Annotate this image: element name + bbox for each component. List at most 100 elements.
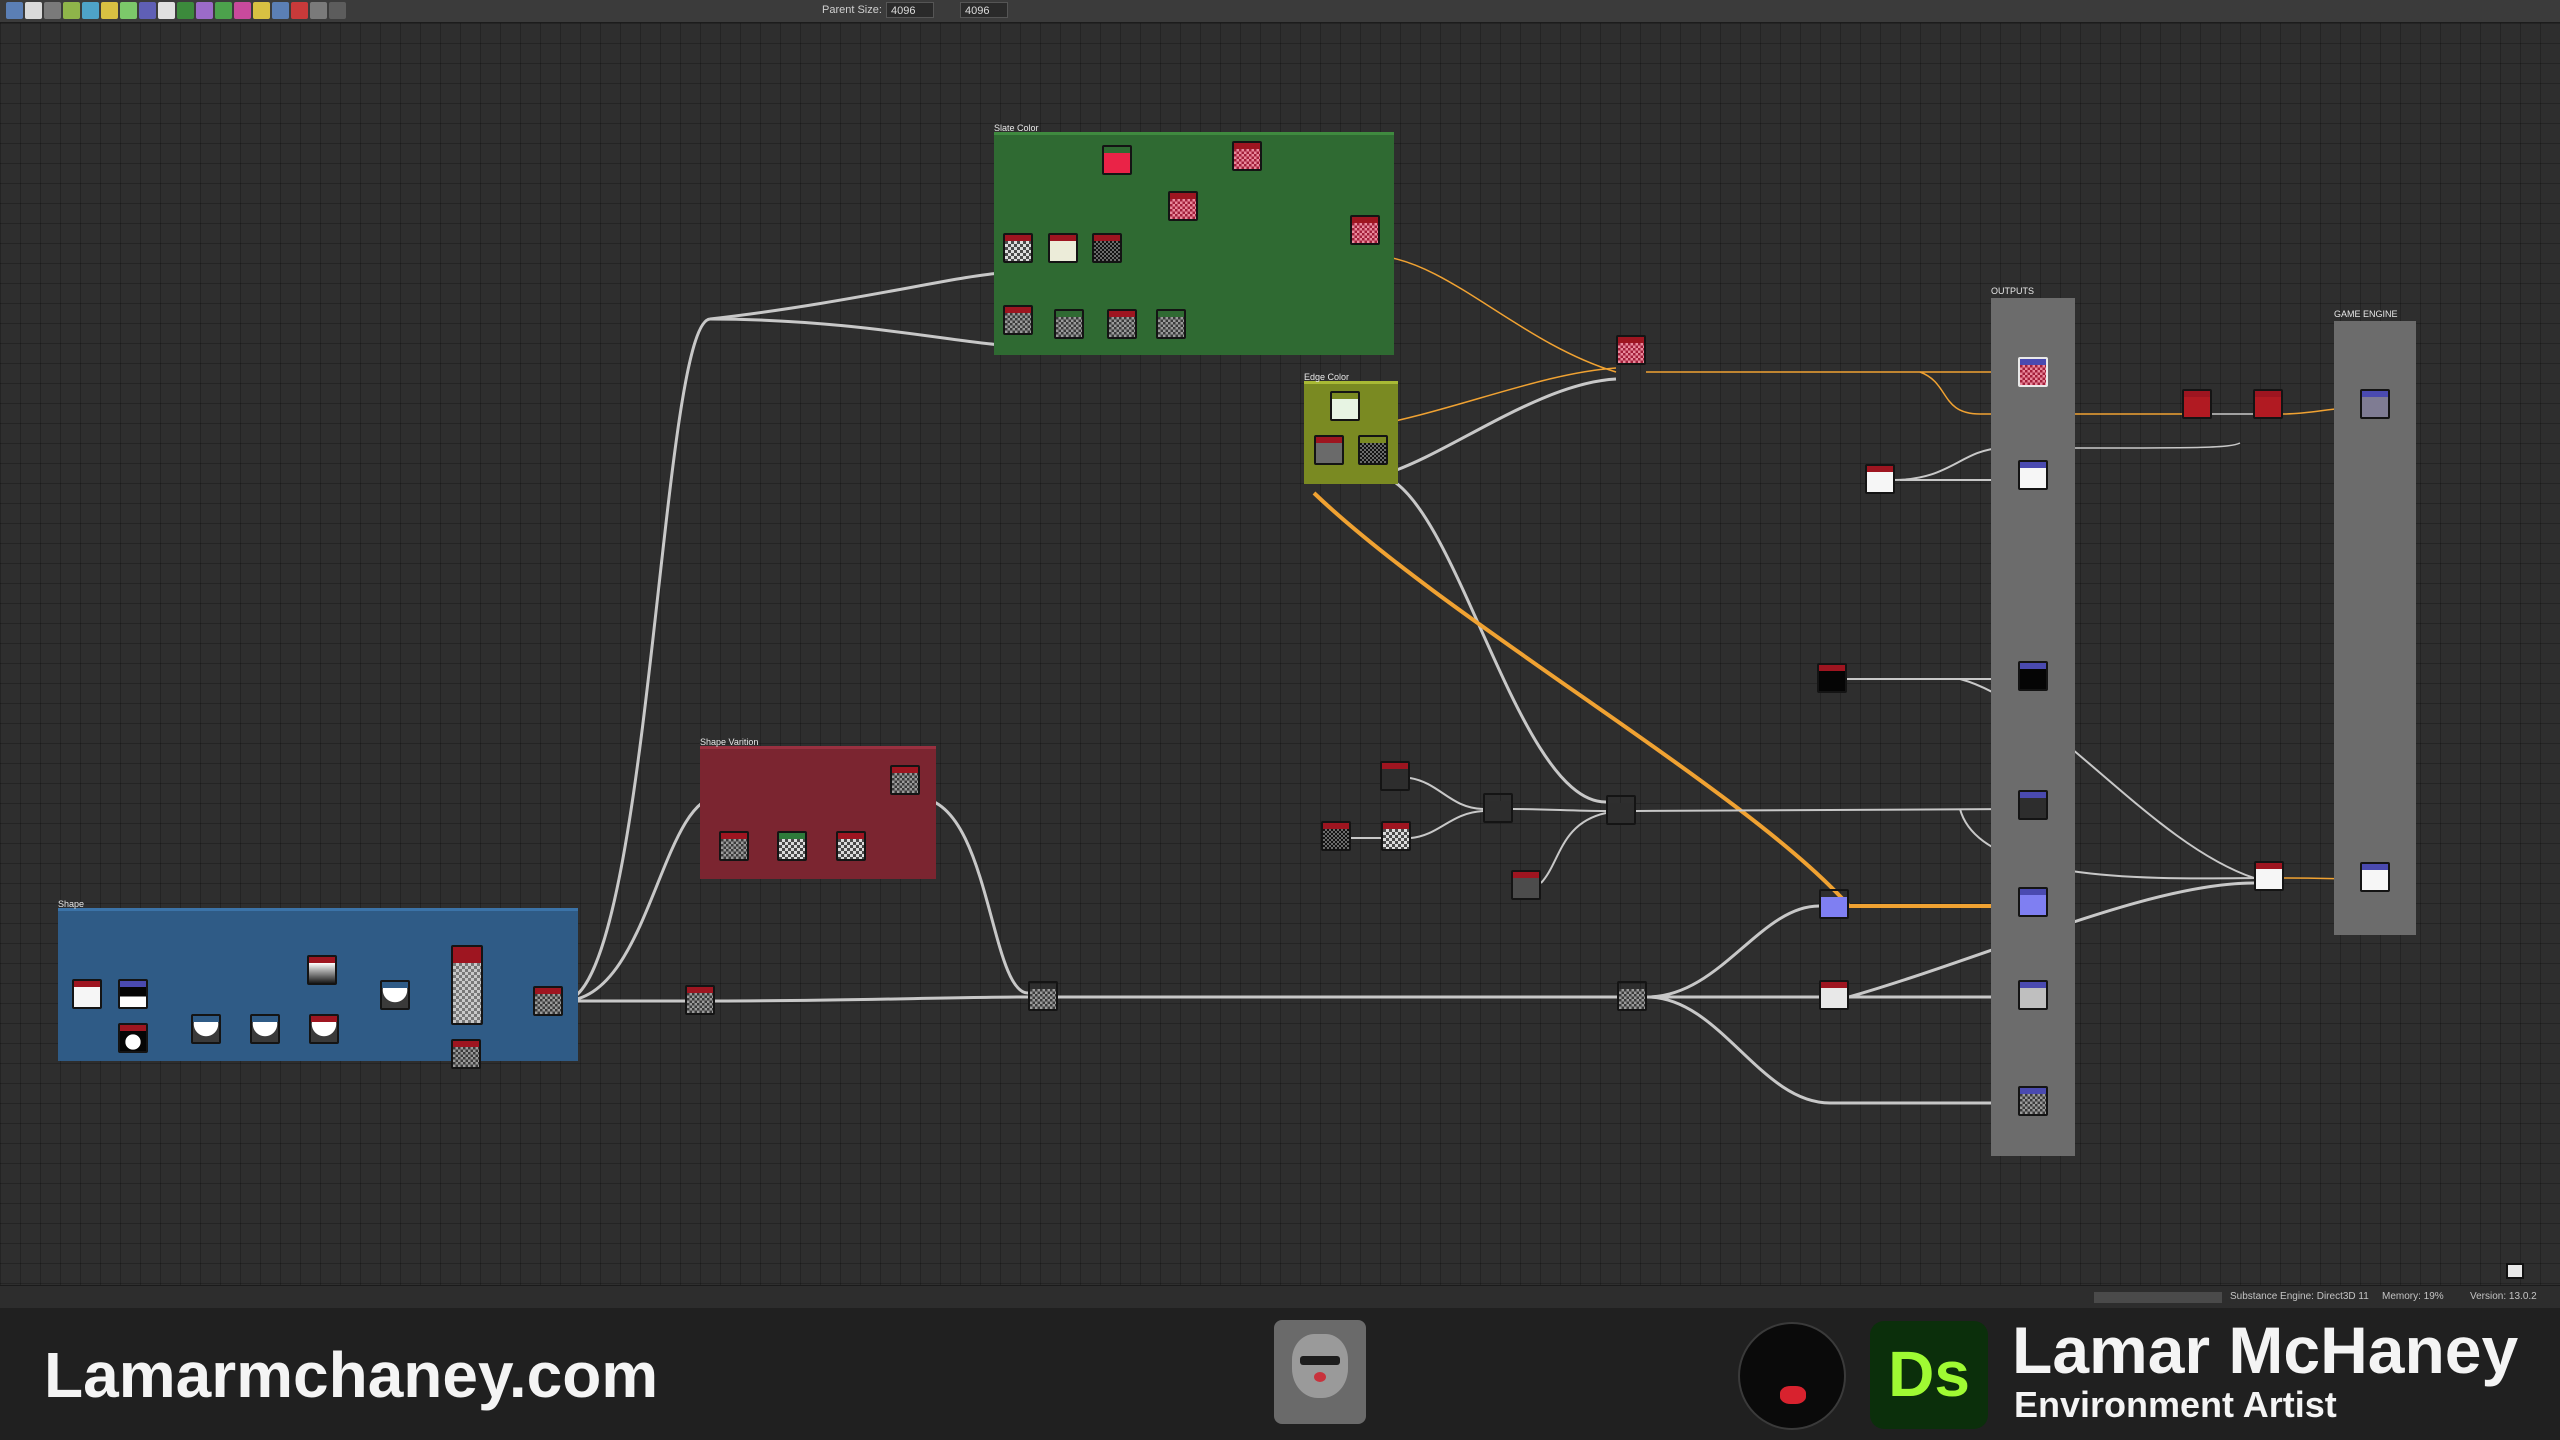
node-graph-canvas[interactable]: Slate Color Edge Color Shape Varition Sh… bbox=[0, 23, 2560, 1285]
toolbar-icon-pin[interactable] bbox=[291, 2, 308, 19]
output-packed-basecolor[interactable] bbox=[2360, 389, 2390, 419]
node-uniform[interactable] bbox=[1048, 233, 1078, 263]
frame-outputs[interactable]: OUTPUTS bbox=[1991, 286, 2075, 1156]
avatar-portrait bbox=[1274, 1320, 1366, 1424]
toolbar-icon-grid[interactable] bbox=[329, 2, 346, 19]
wire bbox=[562, 317, 711, 1003]
node-metallic[interactable] bbox=[1511, 870, 1541, 900]
node-noise[interactable] bbox=[1054, 309, 1084, 339]
node-blend[interactable] bbox=[1168, 191, 1198, 221]
node-uniform-white[interactable] bbox=[1865, 464, 1895, 494]
wire bbox=[1379, 255, 1617, 373]
node-ao[interactable] bbox=[1819, 980, 1849, 1010]
toolbar-icon-text[interactable] bbox=[253, 2, 270, 19]
output-normal[interactable] bbox=[2018, 887, 2048, 917]
wire bbox=[1387, 377, 1617, 475]
memory-status: Memory: 19% bbox=[2382, 1291, 2444, 1302]
toolbar-icon-uniform[interactable] bbox=[25, 2, 42, 19]
node-tile-sampler[interactable] bbox=[451, 945, 483, 1025]
frame-title: Edge Color bbox=[1304, 372, 1350, 382]
toolbar-icon-levels[interactable] bbox=[44, 2, 61, 19]
wire bbox=[1512, 808, 1607, 812]
toolbar-icon-transform[interactable] bbox=[177, 2, 194, 19]
node-rgba-merge[interactable] bbox=[2254, 861, 2284, 891]
node-noise[interactable] bbox=[1003, 233, 1033, 263]
node-noise[interactable] bbox=[451, 1039, 481, 1069]
node-uniform-black[interactable] bbox=[1817, 663, 1847, 693]
wire bbox=[562, 794, 721, 1003]
node-rgba-merge[interactable] bbox=[2253, 389, 2283, 419]
toolbar-icon-warp[interactable] bbox=[196, 2, 213, 19]
output-basecolor[interactable] bbox=[2018, 357, 2048, 387]
node-gradient[interactable] bbox=[307, 955, 337, 985]
node-blend[interactable] bbox=[380, 980, 410, 1010]
toolbar-icon-blend[interactable] bbox=[63, 2, 80, 19]
frame-title: GAME ENGINE bbox=[2334, 309, 2398, 319]
node-edge-detect[interactable] bbox=[1358, 435, 1388, 465]
toolbar-icon-curve[interactable] bbox=[101, 2, 118, 19]
wire bbox=[2074, 442, 2241, 449]
wire bbox=[1410, 810, 1484, 839]
node-noise[interactable] bbox=[1003, 305, 1033, 335]
node-roughness-blend[interactable] bbox=[1606, 795, 1636, 825]
wire bbox=[714, 995, 1029, 1003]
parent-size-label: Parent Size: bbox=[822, 4, 882, 16]
output-height[interactable] bbox=[2018, 980, 2048, 1010]
toolbar-icon-gradient[interactable] bbox=[120, 2, 137, 19]
node-shape[interactable] bbox=[118, 1023, 148, 1053]
output-size-dropdown[interactable]: 4096 bbox=[960, 2, 1008, 18]
output-metallic[interactable] bbox=[2018, 661, 2048, 691]
toolbar-icon-blur[interactable] bbox=[82, 2, 99, 19]
node-shape[interactable] bbox=[72, 979, 102, 1009]
node-blend-merge[interactable] bbox=[1616, 335, 1646, 365]
toolbar-icon-normal[interactable] bbox=[215, 2, 232, 19]
node-shape[interactable] bbox=[118, 979, 148, 1009]
node-normal[interactable] bbox=[1819, 889, 1849, 919]
node-noise[interactable] bbox=[777, 831, 807, 861]
node-uniform-color[interactable] bbox=[1102, 145, 1132, 175]
node-uniform-color[interactable] bbox=[1330, 391, 1360, 421]
toolbar-icon-image[interactable] bbox=[6, 2, 23, 19]
toolbar-icon-frame[interactable] bbox=[272, 2, 289, 19]
toolbar-icon-color[interactable] bbox=[234, 2, 251, 19]
node-rgba-merge[interactable] bbox=[2182, 389, 2212, 419]
node-blend[interactable] bbox=[1350, 215, 1380, 245]
wire bbox=[1409, 777, 1484, 810]
node-noise[interactable] bbox=[1321, 821, 1351, 851]
toolbar-icon-align[interactable] bbox=[310, 2, 327, 19]
node-levels[interactable] bbox=[1156, 309, 1186, 339]
toolbar-icon-tile[interactable] bbox=[158, 2, 175, 19]
wire bbox=[1540, 812, 1607, 884]
node-height-blend[interactable] bbox=[1028, 981, 1058, 1011]
output-roughness[interactable] bbox=[2018, 790, 2048, 820]
status-bar: Substance Engine: Direct3D 11 Memory: 19… bbox=[0, 1285, 2560, 1308]
node-levels[interactable] bbox=[1314, 435, 1344, 465]
parent-size-dropdown[interactable]: 4096 bbox=[886, 2, 934, 18]
node-noise[interactable] bbox=[1092, 233, 1122, 263]
node-shape-output[interactable] bbox=[533, 986, 563, 1016]
node-blend[interactable] bbox=[309, 1014, 339, 1044]
output-opacity[interactable] bbox=[2018, 460, 2048, 490]
node-uniform-dark[interactable] bbox=[1380, 761, 1410, 791]
node-blend[interactable] bbox=[1232, 141, 1262, 171]
node-height[interactable] bbox=[685, 985, 715, 1015]
node-blend[interactable] bbox=[191, 1014, 221, 1044]
node-height-final[interactable] bbox=[1617, 981, 1647, 1011]
node-roughness[interactable] bbox=[1483, 793, 1513, 823]
website-url: Lamarmchaney.com bbox=[44, 1339, 659, 1411]
clapperboard-icon[interactable] bbox=[2506, 1263, 2524, 1279]
node-blend[interactable] bbox=[250, 1014, 280, 1044]
wire bbox=[1387, 476, 1607, 804]
output-packed-mask[interactable] bbox=[2360, 862, 2390, 892]
toolbar-icon-hsl[interactable] bbox=[139, 2, 156, 19]
version-status: Version: 13.0.2 bbox=[2470, 1291, 2537, 1302]
app-badge: Ds bbox=[1870, 1321, 1988, 1429]
output-ambient-occlusion[interactable] bbox=[2018, 1086, 2048, 1116]
node-blur[interactable] bbox=[1107, 309, 1137, 339]
node-blend[interactable] bbox=[890, 765, 920, 795]
node-noise[interactable] bbox=[719, 831, 749, 861]
node-noise[interactable] bbox=[836, 831, 866, 861]
wire bbox=[1359, 367, 1617, 429]
frame-title: Shape bbox=[58, 899, 85, 909]
node-levels[interactable] bbox=[1381, 821, 1411, 851]
